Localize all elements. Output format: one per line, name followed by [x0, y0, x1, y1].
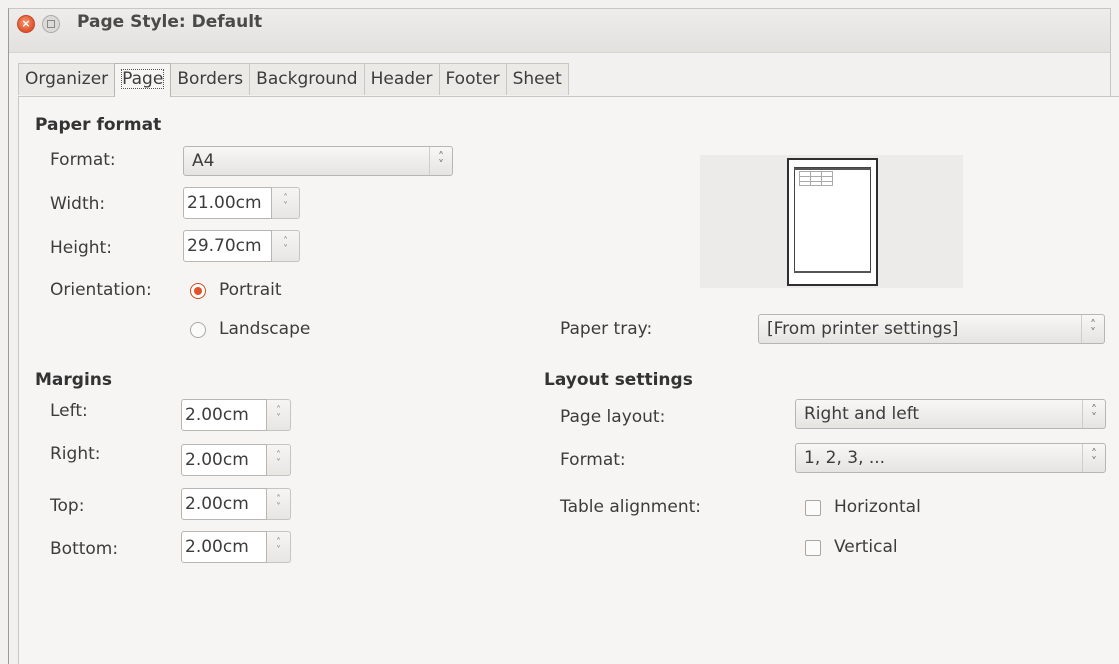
- paper-tray-select[interactable]: [From printer settings] ˄ ˅: [758, 314, 1105, 344]
- window-title: Page Style: Default: [77, 12, 263, 32]
- orientation-label: Orientation:: [50, 280, 152, 300]
- spin-updown-icon[interactable]: ˄ ˅: [272, 187, 300, 219]
- margin-top-spinner[interactable]: 2.00cm ˄ ˅: [181, 488, 291, 520]
- margin-right-label: Right:: [50, 444, 101, 464]
- width-label: Width:: [50, 194, 106, 214]
- margin-right-spinner[interactable]: 2.00cm ˄ ˅: [181, 444, 291, 476]
- paper-format-heading: Paper format: [35, 115, 162, 135]
- table-alignment-label: Table alignment:: [560, 497, 701, 517]
- layout-settings-heading: Layout settings: [544, 370, 693, 390]
- margin-left-spinner[interactable]: 2.00cm ˄ ˅: [181, 399, 291, 431]
- spin-updown-icon[interactable]: ˄ ˅: [267, 444, 291, 476]
- page-layout-label: Page layout:: [560, 407, 666, 427]
- tab-bar: Organizer Page Borders Background Header…: [18, 63, 569, 97]
- margin-top-field[interactable]: 2.00cm: [181, 488, 267, 520]
- tab-page[interactable]: Page: [114, 63, 172, 97]
- tab-organizer[interactable]: Organizer: [18, 63, 116, 95]
- margin-bottom-label: Bottom:: [50, 539, 119, 559]
- portrait-radio[interactable]: [190, 283, 206, 299]
- margin-left-field[interactable]: 2.00cm: [181, 399, 267, 431]
- tab-footer[interactable]: Footer: [438, 63, 507, 95]
- vertical-label[interactable]: Vertical: [834, 537, 898, 557]
- tab-background[interactable]: Background: [249, 63, 365, 95]
- paper-tray-value: [From printer settings]: [767, 319, 959, 339]
- format-label: Format:: [50, 150, 116, 170]
- spin-updown-icon[interactable]: ˄ ˅: [267, 531, 291, 563]
- page-layout-value: Right and left: [804, 404, 920, 424]
- landscape-label[interactable]: Landscape: [219, 319, 310, 339]
- vertical-checkbox[interactable]: [805, 540, 821, 556]
- table-grid-icon: [799, 171, 833, 186]
- margin-left-label: Left:: [50, 401, 88, 421]
- tab-sheet[interactable]: Sheet: [505, 63, 569, 95]
- spin-updown-icon[interactable]: ˄ ˅: [267, 399, 291, 431]
- margin-bottom-field[interactable]: 2.00cm: [181, 531, 267, 563]
- margin-right-field[interactable]: 2.00cm: [181, 444, 267, 476]
- margins-heading: Margins: [35, 370, 112, 390]
- minimize-icon[interactable]: [42, 15, 60, 33]
- width-spinner[interactable]: 21.00cm ˄ ˅: [183, 187, 300, 219]
- margin-top-label: Top:: [50, 496, 85, 516]
- paper-tray-label: Paper tray:: [560, 319, 653, 339]
- chevron-updown-icon: ˄ ˅: [429, 147, 452, 175]
- layout-format-select[interactable]: 1, 2, 3, ... ˄ ˅: [795, 443, 1106, 473]
- format-value: A4: [192, 151, 215, 171]
- margin-bottom-spinner[interactable]: 2.00cm ˄ ˅: [181, 531, 291, 563]
- horizontal-label[interactable]: Horizontal: [834, 497, 921, 517]
- spin-updown-icon[interactable]: ˄ ˅: [267, 488, 291, 520]
- tab-header[interactable]: Header: [363, 63, 440, 95]
- chevron-updown-icon: ˄ ˅: [1081, 315, 1104, 343]
- height-field[interactable]: 29.70cm: [183, 230, 272, 262]
- portrait-label[interactable]: Portrait: [219, 280, 282, 300]
- page-layout-select[interactable]: Right and left ˄ ˅: [795, 399, 1106, 429]
- horizontal-checkbox[interactable]: [805, 500, 821, 516]
- landscape-radio[interactable]: [190, 322, 206, 338]
- layout-format-label: Format:: [560, 450, 626, 470]
- tab-borders[interactable]: Borders: [170, 63, 251, 95]
- page-preview: [787, 158, 878, 286]
- chevron-updown-icon: ˄ ˅: [1082, 444, 1105, 472]
- layout-format-value: 1, 2, 3, ...: [804, 448, 886, 468]
- spin-updown-icon[interactable]: ˄ ˅: [272, 230, 300, 262]
- width-field[interactable]: 21.00cm: [183, 187, 272, 219]
- height-label: Height:: [50, 238, 112, 258]
- format-select[interactable]: A4 ˄ ˅: [183, 146, 453, 176]
- close-icon[interactable]: ×: [17, 15, 35, 33]
- height-spinner[interactable]: 29.70cm ˄ ˅: [183, 230, 300, 262]
- chevron-updown-icon: ˄ ˅: [1082, 400, 1105, 428]
